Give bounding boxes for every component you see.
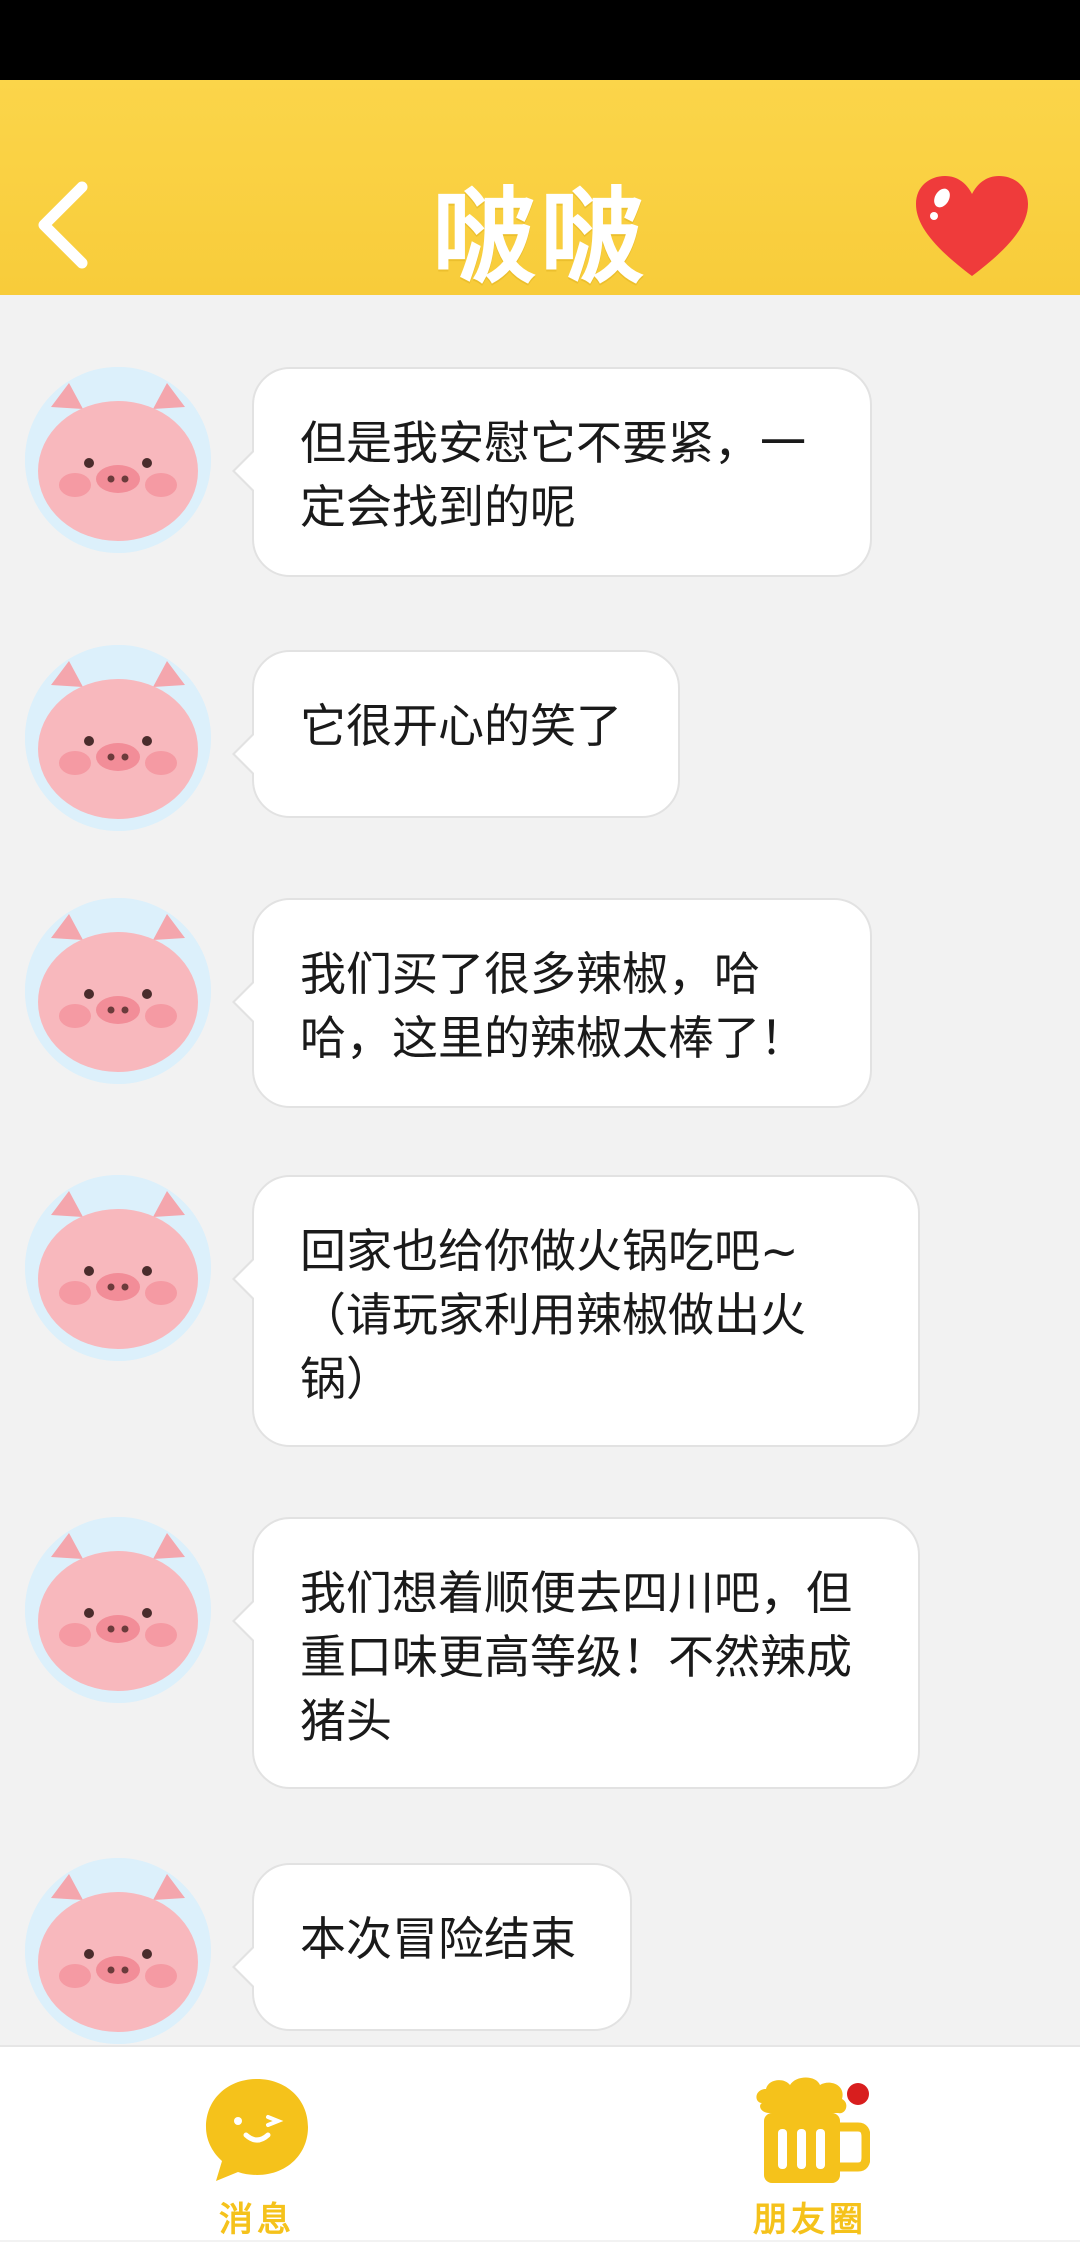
favorite-button[interactable] [912,172,1032,282]
message-text: 但是我安慰它不要紧，一定会找到的呢 [300,416,806,534]
chat-header: 啵啵 [0,80,1080,298]
notification-badge [847,2083,869,2105]
bottom-tab-bar: 消息 朋友圈 [0,2045,1080,2240]
message-bubble[interactable]: 它很开心的笑了 [232,650,680,818]
message-text: 我们想着顺便去四川吧，但重口味更高等级！不然辣成猪头 [300,1566,852,1748]
pig-avatar-icon [25,645,211,831]
message-bubble[interactable]: 我们想着顺便去四川吧，但重口味更高等级！不然辣成猪头 [232,1517,920,1789]
tab-moments[interactable]: 朋友圈 [710,2047,910,2242]
pig-avatar-icon [25,1175,211,1361]
pig-avatar[interactable] [25,1858,211,2044]
tab-messages-label: 消息 [219,2200,295,2240]
pig-avatar[interactable] [25,1175,211,1361]
pig-avatar[interactable] [25,898,211,1084]
message-text: 回家也给你做火锅吃吧~（请玩家利用辣椒做出火锅） [300,1224,806,1406]
chat-bubble-icon [206,2079,308,2181]
message-text: 它很开心的笑了 [300,699,622,753]
message-list[interactable]: 但是我安慰它不要紧，一定会找到的呢 它很开心的笑了 我们买了很多辣椒，哈哈，这里… [0,295,1080,2045]
tab-moments-label: 朋友圈 [753,2200,867,2240]
message-bubble[interactable]: 本次冒险结束 [232,1863,632,2031]
pig-avatar-icon [25,898,211,1084]
message-bubble[interactable]: 回家也给你做火锅吃吧~（请玩家利用辣椒做出火锅） [232,1175,920,1447]
message-text: 本次冒险结束 [300,1912,576,1966]
pig-avatar[interactable] [25,645,211,831]
heart-icon [916,176,1028,276]
message-bubble[interactable]: 我们买了很多辣椒，哈哈，这里的辣椒太棒了！ [232,898,872,1108]
message-text: 我们买了很多辣椒，哈哈，这里的辣椒太棒了！ [300,947,806,1065]
pig-avatar-icon [25,367,211,553]
pig-avatar[interactable] [25,1517,211,1703]
pig-avatar[interactable] [25,367,211,553]
tab-messages[interactable]: 消息 [157,2047,357,2242]
status-bar [0,0,1080,80]
message-bubble[interactable]: 但是我安慰它不要紧，一定会找到的呢 [232,367,872,577]
pig-avatar-icon [25,1517,211,1703]
pig-avatar-icon [25,1858,211,2044]
